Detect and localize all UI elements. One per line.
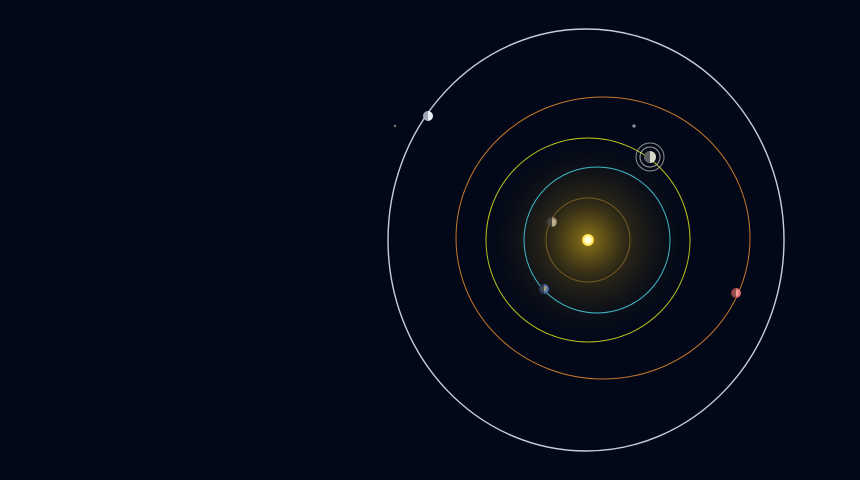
rocky-planet[interactable] xyxy=(547,217,557,227)
ringed-planet[interactable] xyxy=(635,142,665,172)
small-moon[interactable] xyxy=(393,124,397,128)
ice-planet[interactable] xyxy=(423,111,433,121)
solar-system-map[interactable] xyxy=(0,0,860,480)
small-moon[interactable] xyxy=(632,124,636,128)
red-planet[interactable] xyxy=(731,288,741,298)
space-viewport[interactable] xyxy=(0,0,860,480)
sun[interactable] xyxy=(582,234,594,246)
blue-planet[interactable] xyxy=(539,284,549,294)
